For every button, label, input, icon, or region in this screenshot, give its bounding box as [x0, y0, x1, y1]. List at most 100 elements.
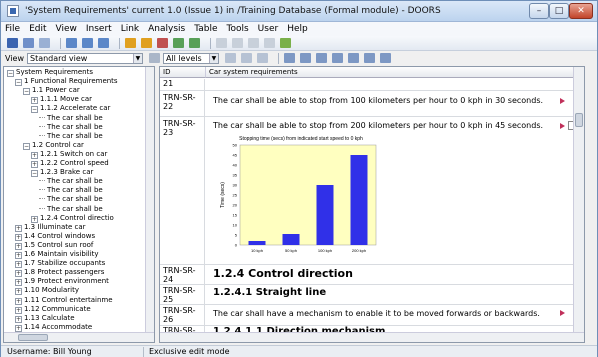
tree-item[interactable]: The car shall be: [39, 132, 103, 141]
tree-item[interactable]: −1 Functional Requirements: [15, 77, 118, 87]
menu-edit[interactable]: Edit: [29, 24, 46, 34]
tree-item[interactable]: +1.2.2 Control speed: [31, 159, 109, 168]
tree-item[interactable]: +1.11 Control entertainme: [15, 296, 113, 305]
expand-icon[interactable]: +: [15, 224, 22, 232]
tree-item[interactable]: +1.1.1 Move car: [31, 95, 92, 105]
insert-object-icon[interactable]: [66, 38, 77, 48]
row-id-25[interactable]: TRN-SR-25: [160, 285, 205, 304]
save-icon[interactable]: [7, 38, 18, 48]
requirement-text-22[interactable]: The car shall be able to stop from 100 k…: [213, 96, 543, 105]
show-graphics-icon[interactable]: [283, 53, 295, 63]
table-icon[interactable]: [315, 53, 327, 63]
tree-item[interactable]: +1.10 Modularity: [15, 286, 79, 296]
tree-item[interactable]: −1.1.2 Accelerate car: [31, 104, 110, 114]
row-id-24[interactable]: TRN-SR-24: [160, 265, 205, 284]
collapse-icon[interactable]: −: [15, 79, 22, 87]
tree-item[interactable]: +1.5 Control sun roof: [15, 241, 93, 250]
grid-horizontal-scrollbar[interactable]: [160, 332, 584, 342]
tree-scroll-thumb[interactable]: [18, 334, 48, 341]
expand-icon[interactable]: +: [31, 97, 38, 105]
link-marker-icon[interactable]: [560, 310, 565, 316]
expand-icon[interactable]: +: [15, 288, 22, 296]
menu-view[interactable]: View: [56, 24, 77, 34]
tree-item[interactable]: +1.4 Control windows: [15, 232, 95, 241]
tree-item[interactable]: +1.9 Protect environment: [15, 277, 109, 287]
column-header-requirements[interactable]: Car system requirements: [206, 67, 574, 78]
tree-item[interactable]: The car shall be: [39, 205, 103, 214]
menu-analysis[interactable]: Analysis: [148, 24, 185, 34]
expand-icon[interactable]: +: [15, 270, 22, 278]
grid-vertical-scrollbar[interactable]: [573, 67, 584, 334]
expand-icon[interactable]: +: [15, 261, 22, 269]
tree-vertical-scrollbar[interactable]: [145, 67, 154, 332]
menu-table[interactable]: Table: [194, 24, 217, 34]
tree-item[interactable]: The car shall be: [39, 123, 103, 132]
expand-icon[interactable]: +: [15, 252, 22, 259]
tree-item[interactable]: +1.3 Illuminate car: [15, 223, 86, 232]
expand-icon[interactable]: +: [15, 324, 22, 332]
grid-scroll-thumb[interactable]: [575, 113, 583, 127]
link-end-icon[interactable]: [141, 38, 152, 48]
view-options-icon[interactable]: [148, 53, 160, 63]
spell-check-icon[interactable]: [280, 38, 291, 48]
attribute-icon[interactable]: [189, 38, 200, 48]
requirement-text-26[interactable]: The car shall have a mechanism to enable…: [213, 309, 540, 318]
tree-item[interactable]: The car shall be: [39, 177, 103, 186]
menu-insert[interactable]: Insert: [86, 24, 112, 34]
view-select[interactable]: Standard view ▼: [26, 52, 143, 64]
chevron-down-icon[interactable]: ▼: [132, 53, 142, 63]
module-explorer-tree[interactable]: − System Requirements −1 Functional Requir…: [3, 66, 155, 343]
filter-off-icon[interactable]: [347, 53, 359, 63]
sort-icon[interactable]: [363, 53, 375, 63]
tree-horizontal-scrollbar[interactable]: [4, 332, 154, 342]
row-id-22[interactable]: TRN-SR-22: [160, 91, 205, 117]
open-icon[interactable]: [39, 38, 50, 48]
heading-control-direction[interactable]: 1.2.4 Control direction: [213, 267, 353, 280]
tree-item[interactable]: The car shall be: [39, 195, 103, 204]
menu-link[interactable]: Link: [121, 24, 139, 34]
link-marker-icon[interactable]: [560, 98, 565, 104]
expand-icon[interactable]: +: [15, 279, 22, 287]
collapse-icon[interactable]: −: [31, 170, 38, 178]
level-2-icon[interactable]: [240, 53, 252, 63]
collapse-icon[interactable]: −: [23, 142, 30, 150]
tree-item[interactable]: −1.1 Power car: [23, 86, 80, 96]
expand-icon[interactable]: +: [15, 233, 22, 241]
chevron-down-icon[interactable]: ▼: [208, 53, 218, 63]
print-icon[interactable]: [23, 38, 34, 48]
insert-below-icon[interactable]: [82, 38, 93, 48]
maximize-button[interactable]: □: [549, 3, 569, 19]
tree-item[interactable]: +1.13 Calculate: [15, 314, 75, 323]
expand-icon[interactable]: +: [31, 161, 38, 168]
tree-item[interactable]: +1.7 Stabilize occupants: [15, 259, 105, 269]
expand-icon[interactable]: +: [31, 151, 38, 159]
insert-level-icon[interactable]: [98, 38, 109, 48]
row-id-23[interactable]: TRN-SR-23: [160, 117, 205, 264]
link-mode-icon[interactable]: [299, 53, 311, 63]
collapse-icon[interactable]: −: [23, 88, 30, 96]
menu-tools[interactable]: Tools: [227, 24, 249, 34]
collapse-icon[interactable]: −: [31, 106, 38, 114]
expand-icon[interactable]: +: [15, 315, 22, 323]
level-3-icon[interactable]: [256, 53, 268, 63]
menu-file[interactable]: File: [5, 24, 20, 34]
levels-select[interactable]: All levels ▼: [162, 52, 219, 64]
tree-item[interactable]: +1.2.1 Switch on car: [31, 150, 107, 159]
tree-item[interactable]: The car shall be: [39, 114, 103, 123]
sort-order-icon[interactable]: [379, 53, 391, 63]
expand-icon[interactable]: +: [31, 215, 38, 223]
expand-icon[interactable]: +: [15, 242, 22, 250]
link-start-icon[interactable]: [125, 38, 136, 48]
tree-item[interactable]: The car shall be: [39, 186, 103, 195]
collapse-icon[interactable]: −: [7, 70, 14, 77]
menu-user[interactable]: User: [258, 24, 279, 34]
tree-item[interactable]: −1.2 Control car: [23, 141, 84, 150]
expand-icon[interactable]: +: [15, 297, 22, 305]
delete-icon[interactable]: [157, 38, 168, 48]
column-header-id[interactable]: ID: [160, 67, 206, 78]
link-marker-icon[interactable]: [560, 123, 565, 129]
history-icon[interactable]: [173, 38, 184, 48]
tree-item[interactable]: +1.12 Communicate: [15, 305, 91, 314]
level-1-icon[interactable]: [224, 53, 236, 63]
cut-icon[interactable]: [216, 38, 227, 48]
